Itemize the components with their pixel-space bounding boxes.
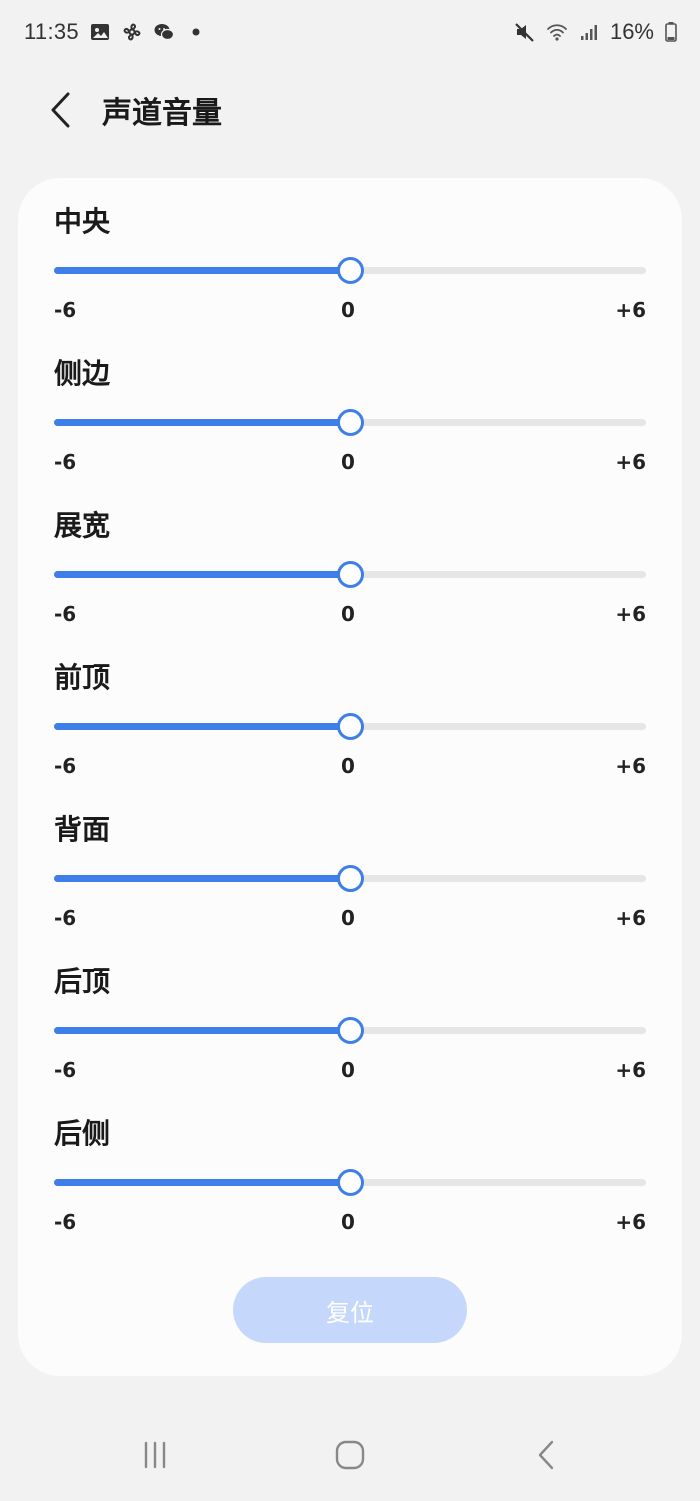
battery-text: 16% <box>609 19 654 44</box>
slider-group-wide: 展宽 -6 0 +6 <box>54 482 646 634</box>
status-time: 11:35 <box>24 19 79 44</box>
navigation-bar <box>0 1410 700 1501</box>
slider-fill <box>54 1027 350 1034</box>
scale-min-label: -6 <box>54 754 77 778</box>
signal-icon <box>578 21 600 43</box>
slider-label: 前顶 <box>54 661 111 694</box>
scale-min-label: -6 <box>54 602 77 626</box>
slider-thumb[interactable] <box>337 1017 364 1044</box>
slider-thumb[interactable] <box>337 865 364 892</box>
slider-thumb[interactable] <box>337 257 364 284</box>
slider-track[interactable] <box>54 257 646 284</box>
scale-max-label: +6 <box>615 602 646 626</box>
scale-max-label: +6 <box>615 1058 646 1082</box>
header: 声道音量 <box>0 70 700 150</box>
slider-track[interactable] <box>54 409 646 436</box>
scale-mid-label: 0 <box>341 1058 355 1082</box>
scale-mid-label: 0 <box>341 906 355 930</box>
slider-group-side: 侧边 -6 0 +6 <box>54 330 646 482</box>
pinwheel-icon <box>121 21 143 43</box>
slider-fill <box>54 571 350 578</box>
scale-mid-label: 0 <box>341 1210 355 1234</box>
slider-label: 背面 <box>54 813 111 846</box>
status-right: 16% <box>514 19 678 45</box>
battery-icon <box>664 21 678 43</box>
slider-fill <box>54 1179 350 1186</box>
page-title: 声道音量 <box>102 96 222 131</box>
slider-fill <box>54 875 350 882</box>
back-button[interactable] <box>30 80 90 140</box>
wechat-icon <box>153 21 175 43</box>
back-icon <box>538 1440 554 1470</box>
slider-label: 展宽 <box>54 509 111 542</box>
slider-thumb[interactable] <box>337 713 364 740</box>
slider-group-front-top: 前顶 -6 0 +6 <box>54 634 646 786</box>
slider-thumb[interactable] <box>337 561 364 588</box>
slider-label: 后侧 <box>54 1117 111 1150</box>
slider-track[interactable] <box>54 865 646 892</box>
scale-mid-label: 0 <box>341 450 355 474</box>
scale-min-label: -6 <box>54 906 77 930</box>
scale-min-label: -6 <box>54 1210 77 1234</box>
home-icon <box>335 1440 365 1470</box>
recent-apps-icon <box>144 1441 166 1469</box>
scale-max-label: +6 <box>615 450 646 474</box>
slider-group-center: 中央 -6 0 +6 <box>54 178 646 330</box>
dot-icon <box>185 21 207 43</box>
scale-min-label: -6 <box>54 1058 77 1082</box>
mute-icon <box>514 21 536 43</box>
scale-max-label: +6 <box>615 754 646 778</box>
recent-apps-button[interactable] <box>120 1422 190 1488</box>
scale-min-label: -6 <box>54 450 77 474</box>
slider-group-rear-side: 后侧 -6 0 +6 <box>54 1090 646 1242</box>
gallery-icon <box>89 21 111 43</box>
slider-track[interactable] <box>54 713 646 740</box>
scale-min-label: -6 <box>54 298 77 322</box>
scale-mid-label: 0 <box>341 298 355 322</box>
slider-group-back: 背面 -6 0 +6 <box>54 786 646 938</box>
slider-track[interactable] <box>54 561 646 588</box>
wifi-icon <box>546 21 568 43</box>
status-bar: 11:35 16% <box>0 0 700 64</box>
scale-max-label: +6 <box>615 1210 646 1234</box>
slider-group-rear-top: 后顶 -6 0 +6 <box>54 938 646 1090</box>
scale-max-label: +6 <box>615 298 646 322</box>
slider-track[interactable] <box>54 1169 646 1196</box>
chevron-left-icon <box>51 92 70 128</box>
status-left: 11:35 <box>24 19 207 45</box>
back-nav-button[interactable] <box>511 1422 581 1488</box>
slider-fill <box>54 267 350 274</box>
home-button[interactable] <box>315 1422 385 1488</box>
slider-label: 后顶 <box>54 965 111 998</box>
slider-label: 中央 <box>54 205 111 238</box>
slider-fill <box>54 723 350 730</box>
scale-mid-label: 0 <box>341 602 355 626</box>
scale-max-label: +6 <box>615 906 646 930</box>
slider-thumb[interactable] <box>337 1169 364 1196</box>
slider-fill <box>54 419 350 426</box>
slider-label: 侧边 <box>54 357 111 390</box>
slider-thumb[interactable] <box>337 409 364 436</box>
scale-mid-label: 0 <box>341 754 355 778</box>
reset-button[interactable]: 复位 <box>233 1277 467 1343</box>
slider-track[interactable] <box>54 1017 646 1044</box>
channel-volume-card: 中央 -6 0 +6 侧边 -6 0 +6 展宽 -6 0 +6 前顶 -6 0… <box>18 178 682 1376</box>
